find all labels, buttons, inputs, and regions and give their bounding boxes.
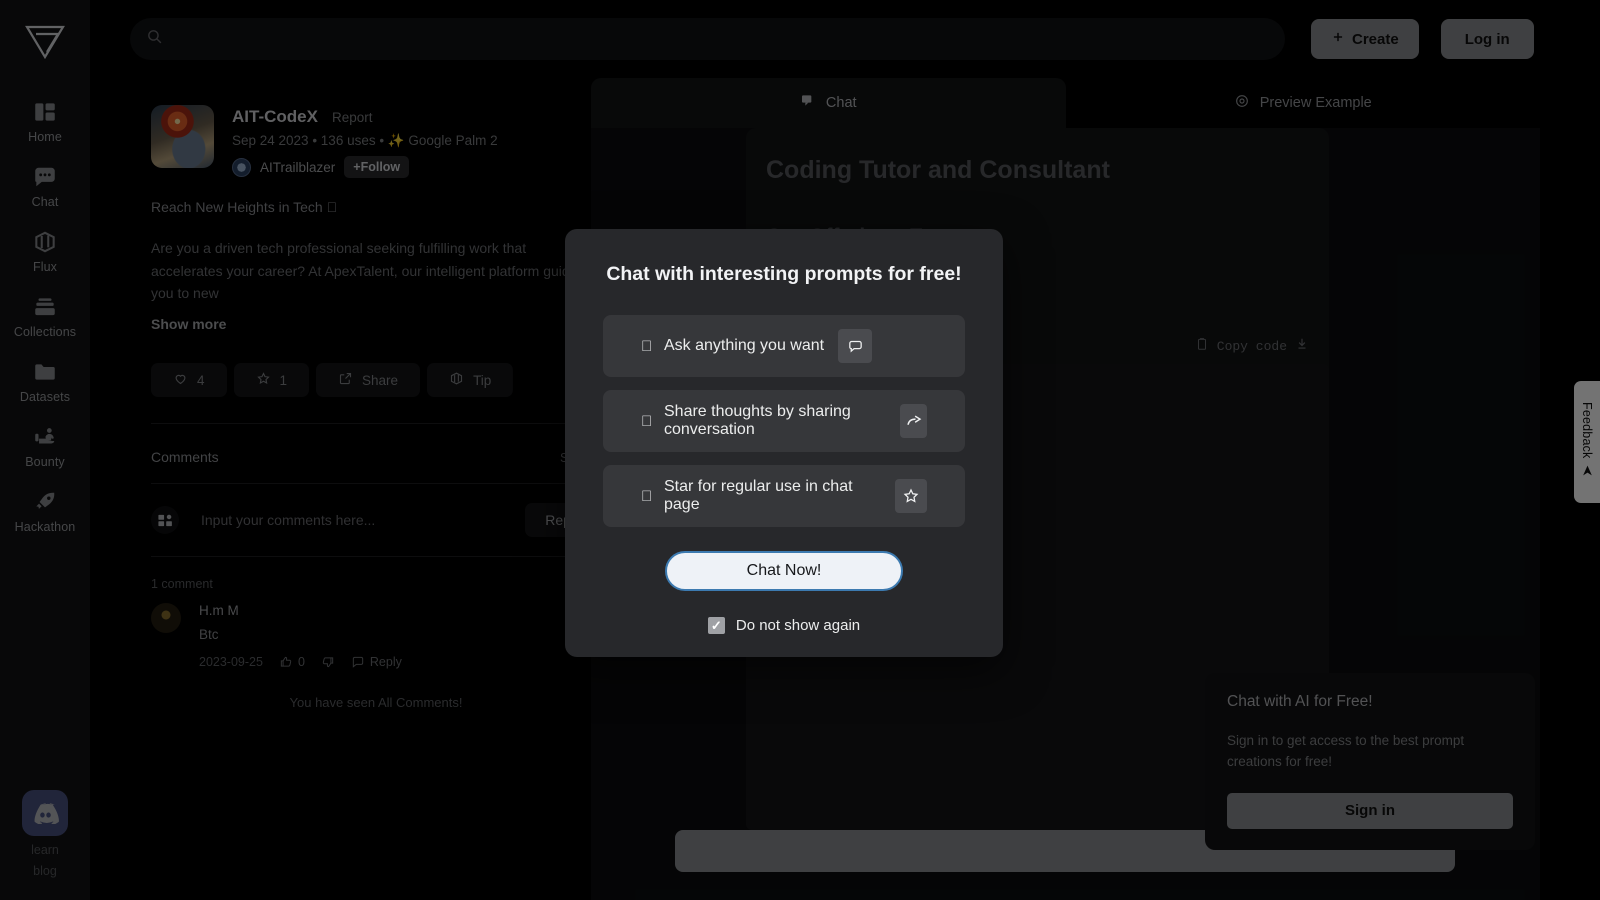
do-not-show-again-checkbox[interactable]: ✓ (708, 617, 725, 634)
app-root: Home Chat (0, 0, 1600, 900)
share-arrow-icon (900, 404, 927, 438)
chat-bubble-icon (838, 329, 872, 363)
promo-modal: Chat with interesting prompts for free! … (565, 229, 1003, 657)
chat-now-button[interactable]: Chat Now! (665, 551, 903, 591)
star-icon (895, 479, 927, 513)
option-label: Star for regular use in chat page (664, 478, 881, 514)
bullet-icon:  (641, 413, 650, 430)
bullet-icon:  (641, 488, 650, 505)
modal-options:  Ask anything you want  Share thoughts… (603, 315, 965, 527)
modal-option-share[interactable]:  Share thoughts by sharing conversation (603, 390, 965, 452)
modal-option-star[interactable]:  Star for regular use in chat page (603, 465, 965, 527)
option-label: Share thoughts by sharing conversation (664, 403, 886, 439)
modal-title: Chat with interesting prompts for free! (603, 263, 965, 286)
do-not-show-again-label: Do not show again (736, 617, 860, 634)
option-label: Ask anything you want (664, 337, 824, 355)
do-not-show-again-row[interactable]: ✓ Do not show again (603, 617, 965, 634)
modal-option-ask[interactable]:  Ask anything you want (603, 315, 965, 377)
bullet-icon:  (641, 338, 650, 355)
